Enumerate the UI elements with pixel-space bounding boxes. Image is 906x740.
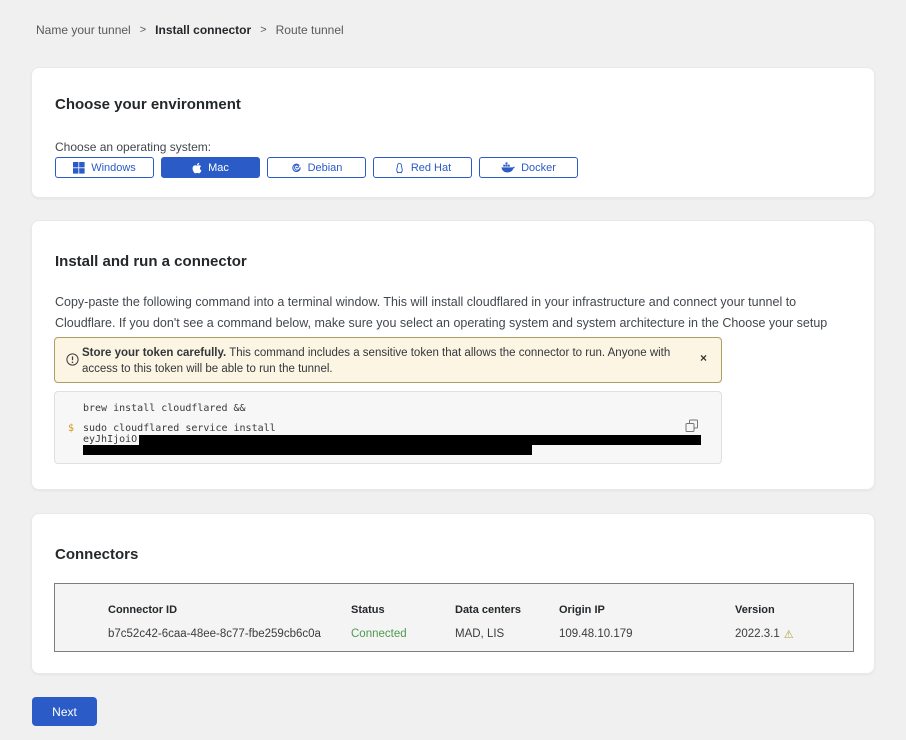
token-warning-banner: Store your token carefully. This command… [54,337,722,383]
version-warning-icon: ⚠ [784,629,794,640]
os-button-group: Windows Mac Debian Red Hat Docker [55,157,585,178]
cell-version: 2022.3.1 ⚠ [735,628,794,640]
docker-logo-icon [501,162,515,173]
connectors-table: Connector ID Status Data centers Origin … [54,583,854,652]
column-header-data-centers: Data centers [455,604,521,616]
shell-prompt: $ [68,423,74,434]
column-header-origin-ip: Origin IP [559,604,605,616]
os-button-windows[interactable]: Windows [55,157,154,178]
apple-logo-icon [192,162,202,174]
connectors-card-title: Connectors [55,546,138,563]
breadcrumb-step-route-tunnel[interactable]: Route tunnel [276,23,344,37]
token-warning-text: Store your token carefully. This command… [82,345,677,377]
token-warning-title: Store your token carefully. [82,347,226,359]
install-card-title: Install and run a connector [55,253,247,270]
breadcrumb-separator: > [140,24,146,36]
cell-origin-ip: 109.48.10.179 [559,628,633,640]
version-value: 2022.3.1 [735,628,780,640]
connectors-card: Connectors Connector ID Status Data cent… [31,513,875,674]
token-line: eyJhIjoiO [83,434,701,445]
info-circle-icon [66,353,79,371]
environment-card: Choose your environment Choose an operat… [31,67,875,198]
status-badge: Connected [351,628,407,640]
environment-card-title: Choose your environment [55,96,241,113]
next-button[interactable]: Next [32,697,97,726]
redacted-token-bar [139,435,701,445]
redhat-logo-icon [394,162,405,174]
column-header-version: Version [735,604,775,616]
cell-data-centers: MAD, LIS [455,628,504,640]
os-button-debian[interactable]: Debian [267,157,366,178]
debian-logo-icon [291,162,302,173]
os-button-label: Docker [521,162,556,174]
redacted-token-bar [83,445,532,455]
breadcrumb-separator: > [260,24,266,36]
copy-icon[interactable] [685,419,699,433]
install-command-codeblock: $ brew install cloudflared && sudo cloud… [54,391,722,464]
close-icon[interactable]: × [700,352,707,364]
install-connector-card: Install and run a connector Copy-paste t… [31,220,875,490]
os-button-mac[interactable]: Mac [161,157,260,178]
os-button-label: Windows [91,162,136,174]
os-button-label: Red Hat [411,162,451,174]
os-button-label: Debian [308,162,343,174]
command-line-2: sudo cloudflared service install [83,423,276,434]
os-select-label: Choose an operating system: [55,140,211,154]
breadcrumb-step-install-connector[interactable]: Install connector [155,23,251,37]
command-line-1: brew install cloudflared && [83,403,246,414]
column-header-status: Status [351,604,385,616]
os-button-label: Mac [208,162,229,174]
os-button-docker[interactable]: Docker [479,157,578,178]
column-header-connector-id: Connector ID [108,604,177,616]
windows-logo-icon [73,162,85,174]
os-button-redhat[interactable]: Red Hat [373,157,472,178]
breadcrumb: Name your tunnel > Install connector > R… [36,23,344,37]
token-prefix: eyJhIjoiO [83,434,137,445]
cell-connector-id: b7c52c42-6caa-48ee-8c77-fbe259cb6c0a [108,628,321,640]
breadcrumb-step-name-tunnel[interactable]: Name your tunnel [36,23,131,37]
